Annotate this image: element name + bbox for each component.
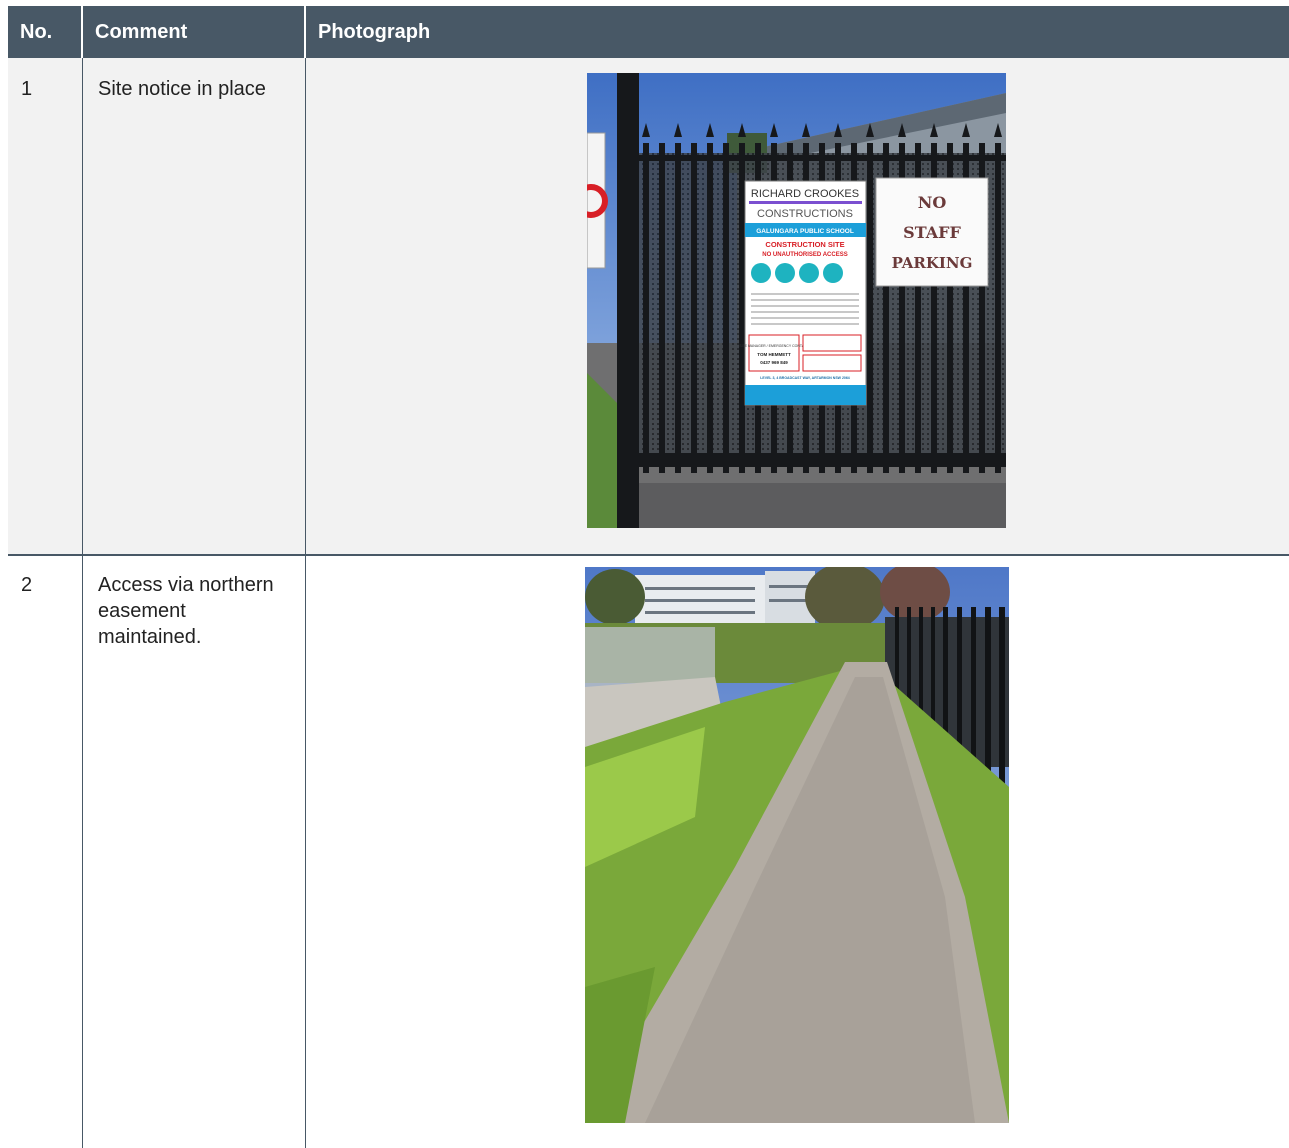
parking-line3: PARKING (892, 254, 973, 272)
sign-warning1: CONSTRUCTION SITE (765, 240, 844, 249)
sign-warning2: NO UNAUTHORISED ACCESS (762, 252, 847, 258)
sign-address: LEVEL 3, 4 BROADCAST WAY, ARTARMON NSW 2… (760, 376, 850, 380)
site-notice-photo: RICHARD CROOKES CONSTRUCTIONS GALUNGARA … (587, 73, 1006, 528)
column-divider (82, 58, 83, 1148)
header-no: No. (20, 21, 53, 43)
sign-company-line2: CONSTRUCTIONS (757, 208, 853, 220)
row-comment: Access via northern easement maintained. (98, 574, 274, 648)
row-comment: Site notice in place (98, 78, 266, 100)
header-comment: Comment (95, 21, 188, 43)
sign-manager-phone: 0437 969 849 (760, 360, 788, 365)
sign-manager-label: SITE MANAGER / EMERGENCY CONTACT (739, 344, 809, 348)
sign-school: GALUNGARA PUBLIC SCHOOL (756, 228, 854, 235)
parking-line1: NO (918, 193, 947, 212)
no-staff-parking-sign: NO STAFF PARKING (875, 177, 989, 287)
easement-path-photo (585, 567, 1009, 1123)
table-header: No. Comment Photograph (8, 6, 1289, 58)
row-number: 2 (21, 574, 33, 596)
site-notice-sign: RICHARD CROOKES CONSTRUCTIONS GALUNGARA … (739, 180, 867, 406)
header-photograph: Photograph (318, 21, 431, 43)
sign-company-line1: RICHARD CROOKES (751, 188, 859, 200)
column-divider (305, 58, 306, 1148)
sign-manager-name: TOM HEMMETT (757, 352, 791, 357)
parking-line2: STAFF (903, 223, 961, 242)
row-number: 1 (21, 78, 33, 100)
